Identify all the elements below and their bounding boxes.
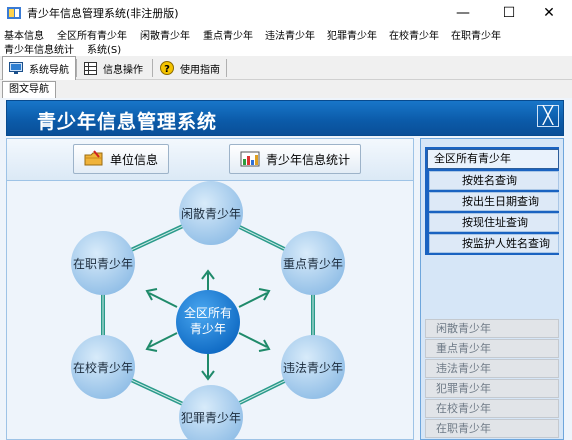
svg-text:青少年: 青少年 (190, 322, 226, 336)
banner: 青少年信息管理系统 ╳ (6, 100, 564, 136)
toolbar-separator (226, 59, 227, 77)
youth-stats-button[interactable]: 青少年信息统计 (229, 144, 362, 174)
folder-icon (84, 150, 103, 166)
category-illegal-youth[interactable]: 违法青少年 (425, 359, 559, 378)
menu-illegal-youth[interactable]: 违法青少年 (265, 27, 315, 42)
node-all-youth[interactable]: 全区所有 青少年 (176, 290, 240, 354)
svg-text:犯罪青少年: 犯罪青少年 (181, 411, 241, 425)
category-list: 闲散青少年 重点青少年 违法青少年 犯罪青少年 在校青少年 在职青少年 (425, 319, 559, 440)
app-icon (7, 7, 21, 19)
tab-strip: 图文导航 (0, 80, 572, 98)
shortcut-bar: 单位信息 青少年信息统计 (7, 139, 413, 181)
diagram-panel: 单位信息 青少年信息统计 闲散青少年 重点青少年 违法青少年 犯罪青少年 在校青… (6, 138, 414, 440)
banner-close-button[interactable]: ╳ (537, 105, 559, 127)
svg-text:全区所有: 全区所有 (184, 305, 232, 320)
query-by-name[interactable]: 按姓名查询 (429, 171, 559, 190)
menu-all-youth[interactable]: 全区所有青少年 (57, 27, 127, 42)
node-idle-youth[interactable]: 闲散青少年 (179, 181, 243, 245)
svg-text:重点青少年: 重点青少年 (283, 257, 343, 271)
node-illegal-youth[interactable]: 违法青少年 (281, 335, 345, 399)
query-by-birthdate[interactable]: 按出生日期查询 (429, 192, 559, 211)
toolbar-separator (76, 59, 77, 77)
svg-text:在职青少年: 在职青少年 (73, 257, 133, 271)
category-criminal-youth[interactable]: 犯罪青少年 (425, 379, 559, 398)
query-by-address[interactable]: 按现住址查询 (429, 213, 559, 232)
svg-text:在校青少年: 在校青少年 (73, 360, 133, 375)
category-employed-youth[interactable]: 在职青少年 (425, 419, 559, 438)
svg-text:?: ? (164, 64, 170, 75)
title-bar[interactable]: 青少年信息管理系统(非注册版) — ☐ ✕ (0, 0, 572, 26)
query-panel: 全区所有青少年 按姓名查询 按出生日期查询 按现住址查询 按监护人姓名查询 闲散… (420, 138, 564, 440)
query-by-guardian[interactable]: 按监护人姓名查询 (429, 234, 559, 253)
category-school-youth[interactable]: 在校青少年 (425, 399, 559, 418)
node-employed-youth[interactable]: 在职青少年 (71, 231, 135, 295)
minimize-button[interactable]: — (440, 0, 486, 26)
menu-school-youth[interactable]: 在校青少年 (389, 27, 439, 42)
table-icon (84, 61, 97, 75)
menu-employed-youth[interactable]: 在职青少年 (451, 27, 501, 42)
menu-youth-stats[interactable]: 青少年信息统计 (4, 41, 74, 56)
tab-graphic-nav[interactable]: 图文导航 (2, 81, 56, 98)
app-window: 青少年信息管理系统(非注册版) — ☐ ✕ 基本信息 全区所有青少年 闲散青少年… (0, 0, 572, 440)
node-criminal-youth[interactable]: 犯罪青少年 (179, 385, 243, 440)
toolbar-guide-button[interactable]: ? 使用指南 (154, 56, 226, 80)
window-title: 青少年信息管理系统(非注册版) (27, 7, 179, 20)
toolbar-separator (152, 59, 153, 77)
menu-criminal-youth[interactable]: 犯罪青少年 (327, 27, 377, 42)
unit-info-label: 单位信息 (110, 152, 159, 167)
toolbar-nav-label: 系统导航 (29, 65, 69, 76)
svg-text:闲散青少年: 闲散青少年 (181, 206, 241, 221)
banner-title: 青少年信息管理系统 (37, 111, 218, 133)
category-idle-youth[interactable]: 闲散青少年 (425, 319, 559, 338)
help-icon: ? (160, 61, 174, 75)
query-group-header[interactable]: 全区所有青少年 (427, 149, 559, 169)
close-button[interactable]: ✕ (526, 0, 572, 26)
main-content: 青少年信息管理系统 ╳ 单位信息 青少年信息统计 闲散青少年 重点青少年 违法青… (0, 98, 572, 440)
query-group: 全区所有青少年 按姓名查询 按出生日期查询 按现住址查询 按监护人姓名查询 (425, 147, 559, 255)
monitor-icon (9, 62, 23, 74)
menu-idle-youth[interactable]: 闲散青少年 (140, 27, 190, 42)
menu-key-youth[interactable]: 重点青少年 (203, 27, 253, 42)
toolbar-guide-label: 使用指南 (180, 64, 220, 76)
menu-system[interactable]: 系统(S) (87, 41, 121, 56)
youth-stats-label: 青少年信息统计 (266, 152, 351, 167)
svg-text:违法青少年: 违法青少年 (283, 361, 343, 375)
category-key-youth[interactable]: 重点青少年 (425, 339, 559, 358)
node-school-youth[interactable]: 在校青少年 (71, 335, 135, 399)
unit-info-button[interactable]: 单位信息 (73, 144, 170, 174)
toolbar-ops-label: 信息操作 (103, 64, 143, 76)
toolbar-nav-button[interactable]: 系统导航 (2, 56, 76, 80)
toolbar-ops-button[interactable]: 信息操作 (78, 56, 149, 80)
toolbar: 系统导航 信息操作 ? 使用指南 (0, 56, 572, 80)
navigation-diagram: 闲散青少年 重点青少年 违法青少年 犯罪青少年 在校青少年 在职青少年 全区所有… (71, 181, 345, 440)
node-key-youth[interactable]: 重点青少年 (281, 231, 345, 295)
menu-bar: 基本信息 全区所有青少年 闲散青少年 重点青少年 违法青少年 犯罪青少年 在校青… (0, 26, 572, 56)
menu-basic-info[interactable]: 基本信息 (4, 27, 44, 42)
stats-icon (240, 151, 260, 167)
